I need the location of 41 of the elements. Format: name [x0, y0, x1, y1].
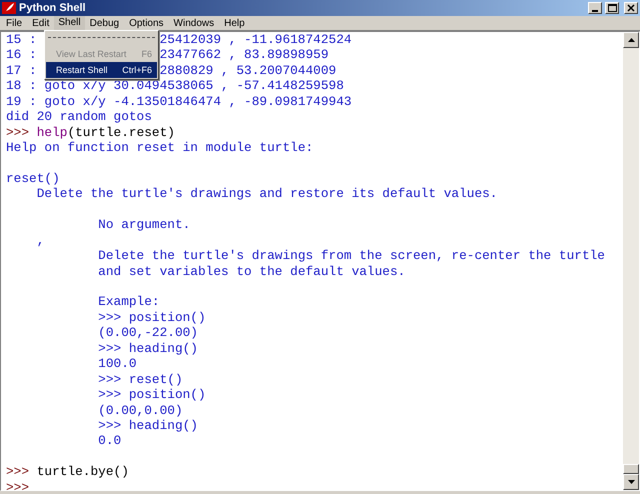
shell-text: reset()	[6, 170, 60, 186]
shell-text: and set variables to the default values.	[97, 264, 406, 279]
shell-text: 25412039 , -11.9618742524	[160, 32, 352, 48]
shell-text: >>>	[6, 464, 30, 480]
shell-text: 100.0	[97, 356, 137, 372]
shell-text: >>>	[6, 480, 30, 490]
menu-entry[interactable]: Restart Shell Ctrl+F6	[46, 62, 157, 78]
shell-text: 18 : goto x/y 30.0494538065 , -57.4148259598	[6, 78, 344, 94]
shell-text: No argument.	[97, 217, 190, 233]
menu-item[interactable]: Windows	[168, 16, 220, 30]
shell-text: 16 :	[6, 47, 37, 63]
shell-text: 15 :	[6, 32, 37, 48]
shell-text: >>> heading()	[97, 418, 198, 434]
shell-text: 17 :	[6, 62, 37, 78]
shell-text: (turtle.reset)	[67, 124, 175, 140]
menu-item[interactable]: Edit	[27, 16, 54, 30]
window-title: Python Shell	[19, 2, 87, 14]
shell-text: help	[36, 124, 68, 140]
shell-text: Example:	[97, 294, 160, 310]
shell-text: >>> reset()	[97, 372, 183, 388]
shell-text: (0.00,-22.00)	[97, 325, 198, 341]
shell-text: Delete the turtle's drawings from the screen, re-center the turtle	[97, 248, 605, 264]
shell-text: 2880829 , 53.2007044009	[160, 62, 336, 78]
menu-item[interactable]: Options	[124, 16, 169, 30]
menu-item[interactable]: Shell	[54, 16, 85, 30]
shell-text: (0.00,0.00)	[97, 402, 183, 418]
shell-text: Delete the turtle's drawings and restore its default values.	[36, 186, 498, 202]
shell-text: 19 : goto x/y -4.13501846474 , -89.0981749943	[6, 94, 352, 110]
shell-text: 23477662 , 83.89898959	[160, 47, 329, 63]
menu-item[interactable]: Help	[219, 16, 250, 30]
shell-text: >>>	[6, 124, 30, 140]
shell-text: did 20 random gotos	[6, 109, 152, 125]
shell-text: >>> heading()	[97, 340, 198, 356]
shell-text: ,	[36, 232, 44, 248]
shell-text: 0.0	[97, 433, 122, 449]
menu-item[interactable]: File	[1, 16, 28, 30]
menu-item[interactable]: Debug	[84, 16, 124, 30]
shell-text: turtle.bye()	[36, 464, 129, 480]
shell-text: >>> position()	[97, 310, 206, 326]
shell-text: >>> position()	[97, 387, 206, 402]
shell-text: Help on function reset in module turtle:	[6, 140, 314, 156]
